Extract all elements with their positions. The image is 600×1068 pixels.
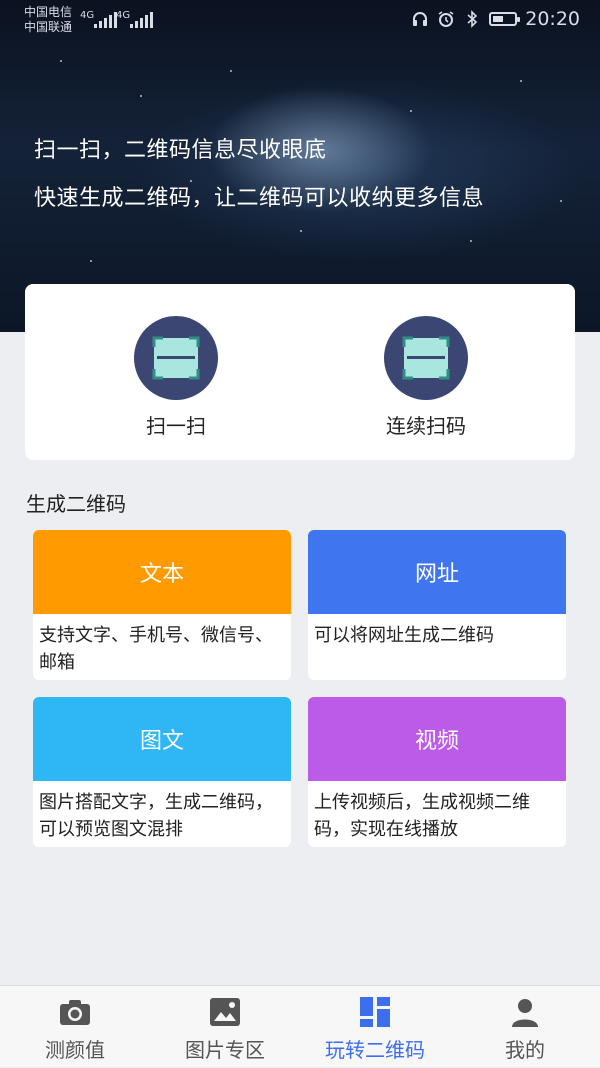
nav-item-beauty-score[interactable]: 测颜值 <box>0 986 150 1068</box>
scan-button[interactable]: 扫一扫 <box>76 284 276 460</box>
generate-text-card[interactable]: 文本 支持文字、手机号、微信号、邮箱 <box>33 530 291 680</box>
user-icon <box>507 994 543 1030</box>
continuous-scan-label: 连续扫码 <box>386 414 466 438</box>
nav-label: 测颜值 <box>45 1038 105 1062</box>
generate-section-title: 生成二维码 <box>26 492 126 516</box>
clock: 20:20 <box>525 8 580 30</box>
alarm-icon <box>437 10 455 28</box>
scan-icon <box>402 336 450 380</box>
image-icon <box>207 994 243 1030</box>
camera-icon <box>57 994 93 1030</box>
nav-item-image-zone[interactable]: 图片专区 <box>150 986 300 1068</box>
signal-2-icon <box>130 12 153 28</box>
hero-banner: 中国电信 中国联通 4G 4G 20:20 扫一扫，二维码信息尽收眼底 快速生成… <box>0 0 600 332</box>
nav-item-qr-code[interactable]: 玩转二维码 <box>300 986 450 1068</box>
scan-label: 扫一扫 <box>146 414 206 438</box>
network-type-2: 4G <box>116 10 131 21</box>
generate-text-desc: 支持文字、手机号、微信号、邮箱 <box>39 625 273 673</box>
hero-text-line-1: 扫一扫，二维码信息尽收眼底 <box>34 138 327 163</box>
generate-video-header: 视频 <box>308 697 566 781</box>
nav-label: 玩转二维码 <box>325 1038 425 1062</box>
carrier-info: 中国电信 中国联通 <box>24 5 72 35</box>
hero-text-line-2: 快速生成二维码，让二维码可以收纳更多信息 <box>34 186 485 211</box>
generate-text-header: 文本 <box>33 530 291 614</box>
generate-url-desc: 可以将网址生成二维码 <box>314 625 494 646</box>
carrier-2: 中国联通 <box>24 20 73 34</box>
headphones-icon <box>411 10 429 28</box>
generate-url-card[interactable]: 网址 可以将网址生成二维码 <box>308 530 566 680</box>
generate-url-header: 网址 <box>308 530 566 614</box>
bottom-nav: 测颜值 图片专区 玩转二维码 我的 <box>0 985 600 1067</box>
continuous-scan-button[interactable]: 连续扫码 <box>326 284 526 460</box>
generate-image-text-card[interactable]: 图文 图片搭配文字，生成二维码，可以预览图文混排 <box>33 697 291 847</box>
carrier-1: 中国电信 <box>24 5 73 19</box>
generate-video-card[interactable]: 视频 上传视频后，生成视频二维码，实现在线播放 <box>308 697 566 847</box>
nav-label: 我的 <box>505 1038 545 1062</box>
bluetooth-icon <box>463 10 481 28</box>
signal-1-icon <box>94 12 117 28</box>
network-type-1: 4G <box>80 10 95 21</box>
status-bar: 中国电信 中国联通 4G 4G 20:20 <box>0 0 600 40</box>
nav-item-mine[interactable]: 我的 <box>450 986 600 1068</box>
battery-icon <box>489 12 521 26</box>
scan-icon <box>152 336 200 380</box>
generate-video-desc: 上传视频后，生成视频二维码，实现在线播放 <box>314 792 530 840</box>
qr-grid-icon <box>357 994 393 1030</box>
generate-image-text-header: 图文 <box>33 697 291 781</box>
generate-image-text-desc: 图片搭配文字，生成二维码，可以预览图文混排 <box>39 792 273 840</box>
nav-label: 图片专区 <box>185 1038 265 1062</box>
scan-card: 扫一扫 连续扫码 <box>25 284 575 460</box>
